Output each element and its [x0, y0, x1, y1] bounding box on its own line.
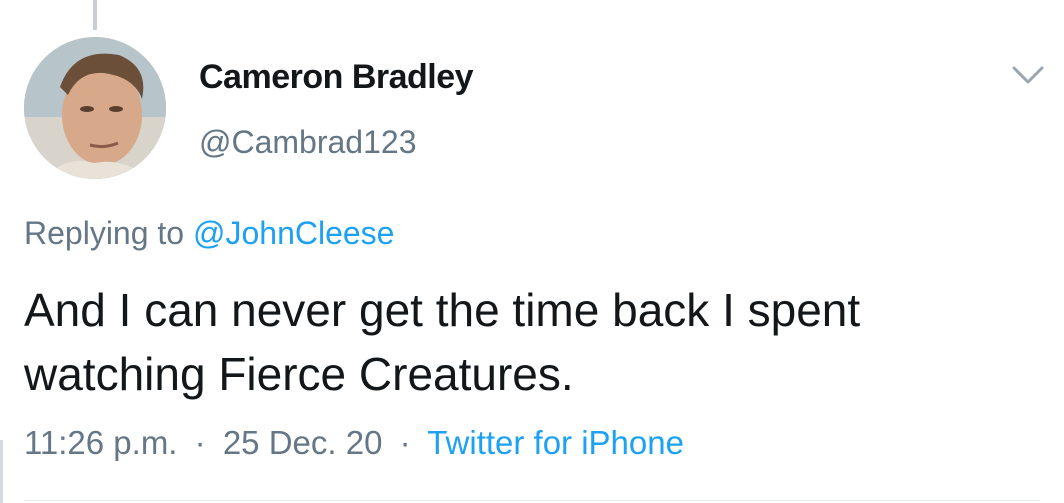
- tweet-text: And I can never get the time back I spen…: [24, 284, 861, 400]
- thread-connector-line: [93, 0, 97, 30]
- meta-separator: ·: [399, 424, 411, 461]
- tweet-meta: 11:26 p.m. · 25 Dec. 20 · Twitter for iP…: [24, 424, 684, 462]
- avatar-photo: [24, 37, 166, 179]
- divider: [24, 500, 1040, 501]
- author-handle[interactable]: @Cambrad123: [199, 124, 416, 161]
- replying-to-label: Replying to: [24, 215, 185, 251]
- chevron-down-icon[interactable]: [1011, 64, 1045, 86]
- tweet-source-link[interactable]: Twitter for iPhone: [427, 424, 684, 461]
- edge-line: [0, 440, 3, 503]
- author-name[interactable]: Cameron Bradley: [199, 58, 474, 97]
- reply-mention-link[interactable]: @JohnCleese: [193, 215, 394, 251]
- tweet-date[interactable]: 25 Dec. 20: [223, 424, 383, 461]
- replying-to: Replying to @JohnCleese: [24, 215, 394, 252]
- meta-separator: ·: [194, 424, 206, 461]
- avatar[interactable]: [24, 37, 166, 179]
- tweet-time: 11:26 p.m.: [24, 424, 178, 461]
